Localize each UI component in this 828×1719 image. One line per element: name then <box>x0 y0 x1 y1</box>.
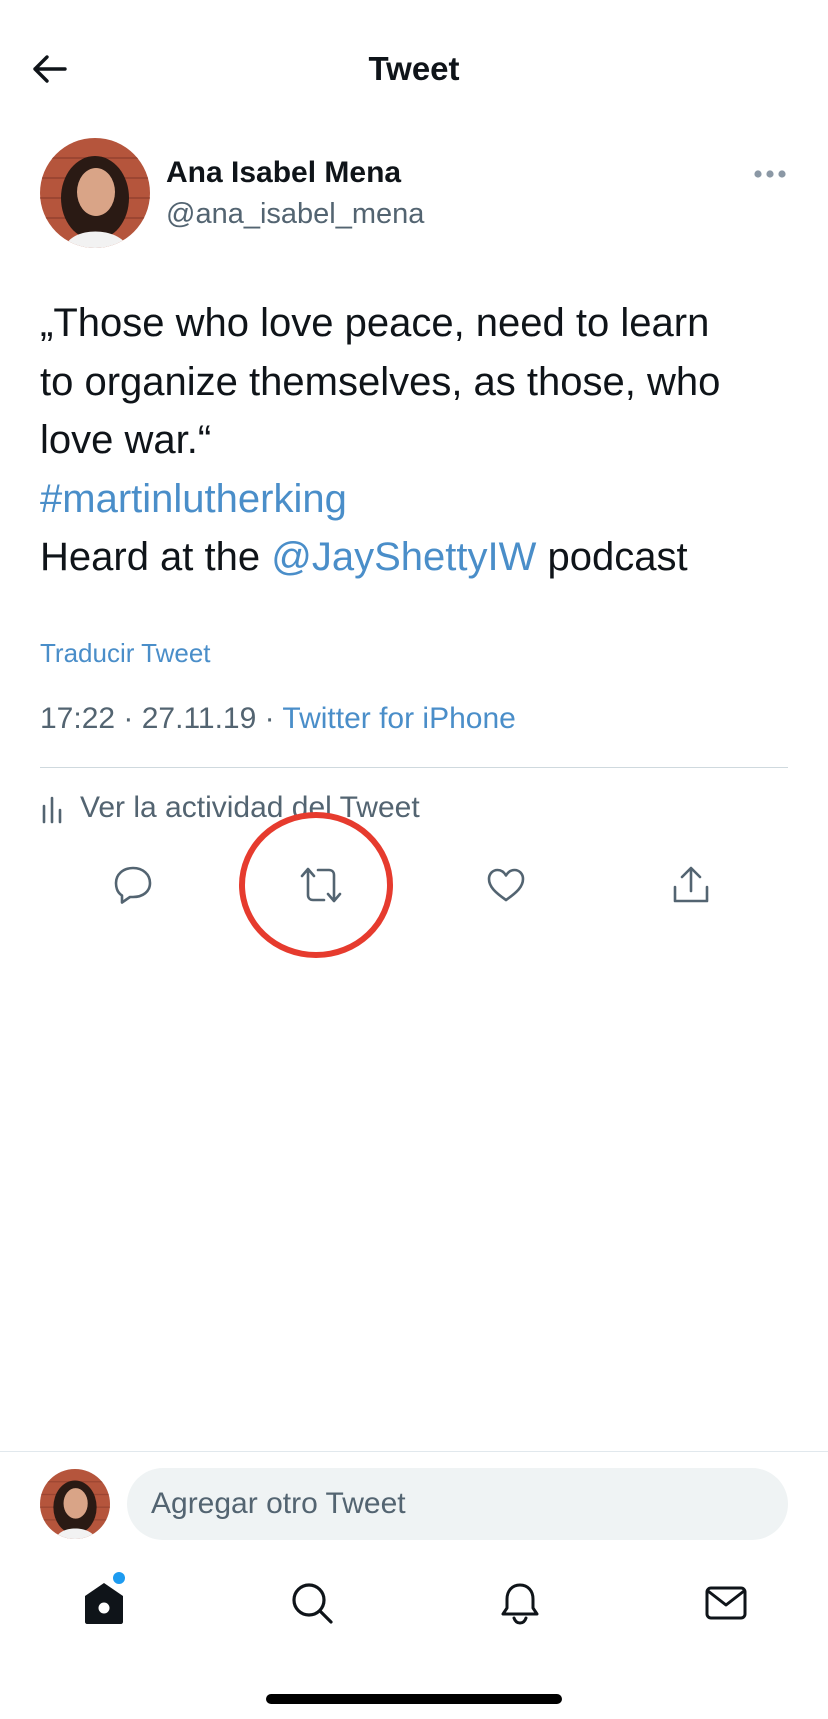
analytics-icon <box>42 796 62 824</box>
tweet-activity-link[interactable]: Ver la actividad del Tweet <box>40 787 420 829</box>
search-icon <box>292 1583 333 1624</box>
author-avatar[interactable] <box>40 138 150 248</box>
page-title: Tweet <box>368 50 460 87</box>
tweet-source-link[interactable]: Twitter for iPhone <box>282 702 515 735</box>
reply-composer-input[interactable]: Agregar otro Tweet <box>127 1468 788 1540</box>
more-options-button[interactable] <box>748 156 792 192</box>
tweet-text-line: „Those who love peace, need to learn <box>40 301 710 345</box>
user-avatar[interactable] <box>40 1469 110 1539</box>
home-icon <box>85 1583 123 1624</box>
avatar-photo-icon <box>40 1469 110 1539</box>
author-handle[interactable]: @ana_isabel_mena <box>166 195 424 233</box>
tweet-text-fragment: podcast <box>536 535 688 579</box>
heart-icon <box>487 868 525 902</box>
share-icon <box>673 866 709 903</box>
reply-button[interactable] <box>98 850 168 920</box>
share-button[interactable] <box>656 850 726 920</box>
divider <box>0 1451 828 1452</box>
tweet-text-fragment: Heard at the <box>40 535 272 579</box>
tweet-text-line: love war.“ <box>40 418 212 462</box>
more-icon <box>754 170 786 178</box>
retweet-icon <box>300 867 342 903</box>
retweet-button[interactable] <box>286 850 356 920</box>
mail-icon <box>705 1586 747 1620</box>
avatar-photo-icon <box>40 138 150 248</box>
home-indicator <box>266 1694 562 1704</box>
mention-link[interactable]: @JayShettyIW <box>271 535 536 579</box>
divider <box>40 767 788 768</box>
nav-home[interactable] <box>69 1568 139 1638</box>
nav-messages[interactable] <box>691 1568 761 1638</box>
like-button[interactable] <box>471 850 541 920</box>
reply-icon <box>114 866 152 904</box>
tweet-text-line: #martinlutherking <box>40 470 800 529</box>
nav-notifications[interactable] <box>485 1568 555 1638</box>
author-name[interactable]: Ana Isabel Mena <box>166 154 401 192</box>
tweet-text-line: Heard at the @JayShettyIW podcast <box>40 528 800 587</box>
composer-placeholder: Agregar otro Tweet <box>151 1487 406 1520</box>
bell-icon <box>501 1583 539 1625</box>
home-notification-dot <box>113 1572 125 1584</box>
tweet-text: „Those who love peace, need to learn to … <box>40 294 800 587</box>
nav-search[interactable] <box>277 1568 347 1638</box>
hashtag-link[interactable]: #martinlutherking <box>40 477 347 521</box>
tweet-text-line: to organize themselves, as those, who <box>40 359 721 404</box>
tweet-activity-label: Ver la actividad del Tweet <box>80 791 420 824</box>
tweet-meta: 17:22 · 27.11.19 · Twitter for iPhone <box>40 698 516 740</box>
tweet-timestamp: 17:22 · 27.11.19 · <box>40 702 283 735</box>
translate-tweet-link[interactable]: Traducir Tweet <box>40 633 211 673</box>
